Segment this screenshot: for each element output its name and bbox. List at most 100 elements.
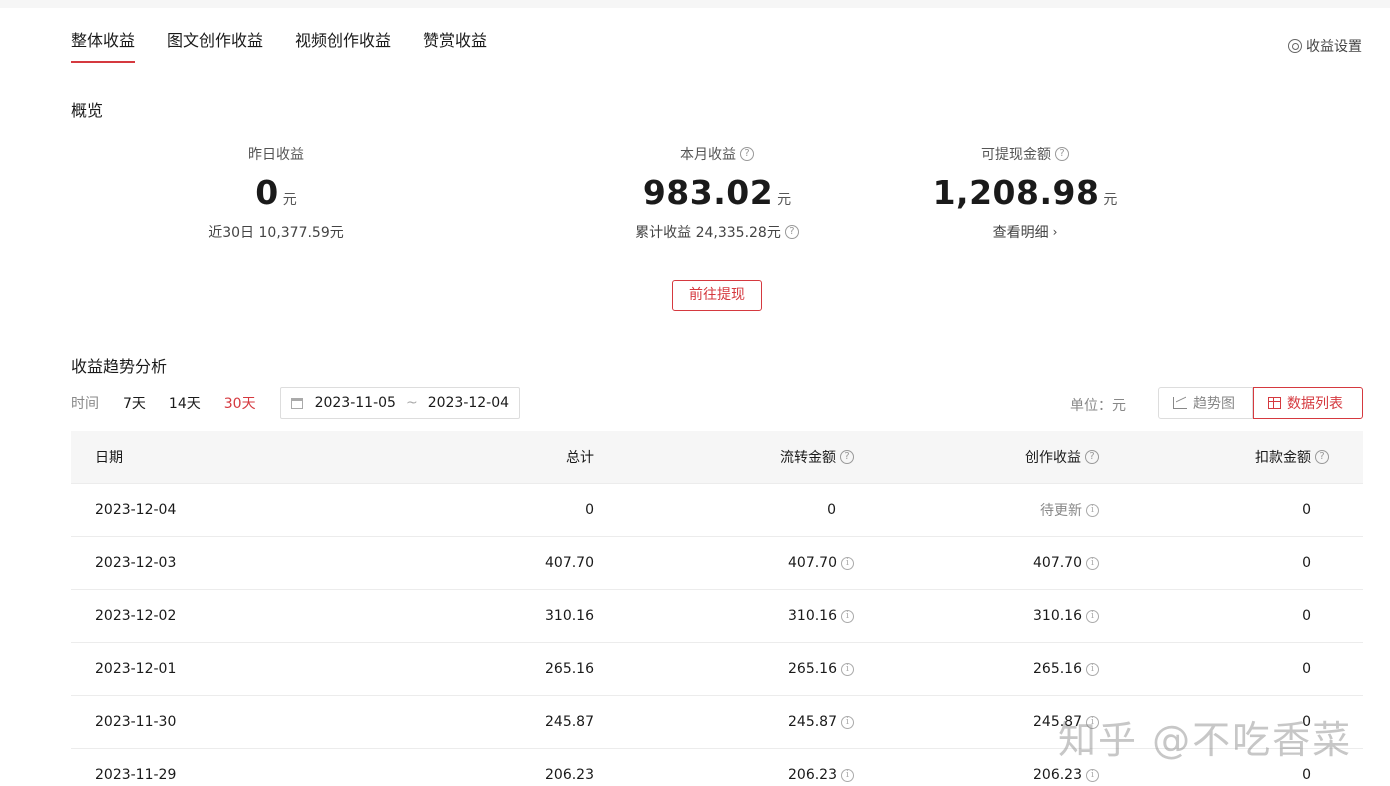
info-icon[interactable]: i (1086, 556, 1099, 570)
trend-analysis-title: 收益趋势分析 (71, 357, 168, 376)
cell-deduct: 0 (1099, 767, 1347, 783)
cell-flow: 206.23 i (594, 767, 854, 783)
withdrawable-amount-stat: 可提现金额 ? 1,208.98 元 查看明细 › (925, 145, 1125, 242)
info-icon[interactable]: i (1086, 662, 1099, 676)
cell-total: 407.70 (545, 555, 594, 571)
cell-deduct: 0 (1099, 661, 1347, 677)
cell-flow-value: 310.16 (788, 608, 837, 624)
cell-create-value: 265.16 (1033, 661, 1082, 677)
tab-overall-earnings[interactable]: 整体收益 (71, 32, 136, 63)
cell-date: 2023-12-03 (95, 555, 177, 571)
help-icon[interactable]: ? (840, 450, 854, 464)
header-create: 创作收益 ? (854, 447, 1099, 467)
header-date: 日期 (95, 450, 123, 466)
cell-create-value: 407.70 (1033, 555, 1082, 571)
month-earnings-unit: 元 (777, 192, 792, 208)
tab-tip-earnings[interactable]: 赞赏收益 (423, 32, 487, 63)
time-filter: 时间 7天 14天 30天 2023-11-05 ~ 2023-12-04 (71, 387, 520, 419)
info-icon[interactable]: i (841, 609, 854, 623)
earnings-page: 整体收益 图文创作收益 视频创作收益 赞赏收益 收益设置 概览 昨日收益 0 元… (0, 8, 1390, 786)
yesterday-earnings-unit: 元 (282, 192, 297, 208)
cell-create: 310.16 i (854, 608, 1099, 624)
header-deduct: 扣款金额 ? (1099, 447, 1347, 467)
info-icon[interactable]: i (1086, 503, 1099, 517)
view-details-link[interactable]: 查看明细 › (925, 222, 1125, 242)
cell-create: 206.23 i (854, 767, 1099, 783)
cell-deduct-value: 0 (1302, 555, 1311, 571)
trend-chart-button[interactable]: 趋势图 (1158, 387, 1253, 419)
info-icon[interactable]: i (841, 715, 854, 729)
info-icon[interactable]: i (1086, 609, 1099, 623)
withdraw-button[interactable]: 前往提现 (672, 280, 762, 311)
calendar-icon (290, 397, 303, 409)
info-icon[interactable]: i (841, 662, 854, 676)
help-icon[interactable]: ? (1055, 147, 1069, 161)
info-icon[interactable]: i (841, 556, 854, 570)
info-icon[interactable]: i (1086, 715, 1099, 729)
date-end[interactable]: 2023-12-04 (428, 395, 509, 411)
help-icon[interactable]: ? (784, 225, 799, 239)
cell-deduct-value: 0 (1302, 608, 1311, 624)
help-icon[interactable]: ? (1315, 450, 1329, 464)
table-row: 2023-11-30 245.87 245.87 i 245.87 i 0 (71, 696, 1363, 749)
earnings-settings-link[interactable]: 收益设置 (1288, 36, 1362, 56)
month-earnings-stat: 本月收益 ? 983.02 元 累计收益 24,335.28元 ? (607, 145, 827, 242)
cell-flow: 245.87 i (594, 714, 854, 730)
cell-date: 2023-12-02 (95, 608, 177, 624)
help-icon[interactable]: ? (740, 147, 754, 161)
view-toggle: 趋势图 数据列表 (1158, 387, 1363, 419)
header-deduct-label: 扣款金额 (1255, 450, 1311, 466)
cell-deduct-value: 0 (1302, 714, 1311, 730)
date-range-picker[interactable]: 2023-11-05 ~ 2023-12-04 (279, 387, 520, 419)
cell-flow: 407.70 i (594, 555, 854, 571)
settings-label: 收益设置 (1306, 39, 1362, 55)
range-7-days[interactable]: 7天 (123, 393, 146, 413)
table-row: 2023-12-02 310.16 310.16 i 310.16 i 0 (71, 590, 1363, 643)
cell-total: 0 (585, 502, 594, 518)
cell-flow-value: 265.16 (788, 661, 837, 677)
tab-article-earnings[interactable]: 图文创作收益 (167, 32, 263, 63)
header-flow-label: 流转金额 (780, 450, 836, 466)
table-row: 2023-12-04 0 0 待更新 i 0 (71, 484, 1363, 537)
cell-create-value: 310.16 (1033, 608, 1082, 624)
cell-create-value: 待更新 (1040, 503, 1082, 519)
cell-flow-value: 206.23 (788, 767, 837, 783)
range-30-days[interactable]: 30天 (224, 393, 256, 413)
yesterday-earnings-value: 0 (255, 173, 279, 212)
help-icon[interactable]: ? (1085, 450, 1099, 464)
month-earnings-label: 本月收益 (680, 147, 736, 163)
unit-label: 单位：元 (1070, 398, 1126, 414)
time-label: 时间 (71, 396, 99, 412)
info-icon[interactable]: i (1086, 768, 1099, 782)
cell-flow: 0 (594, 502, 854, 518)
cell-deduct: 0 (1099, 502, 1347, 518)
info-icon[interactable]: i (841, 768, 854, 782)
cell-deduct: 0 (1099, 714, 1347, 730)
cell-date: 2023-11-30 (95, 714, 177, 730)
tab-video-earnings[interactable]: 视频创作收益 (295, 32, 391, 63)
withdrawable-label: 可提现金额 (981, 147, 1051, 163)
earnings-tabs: 整体收益 图文创作收益 视频创作收益 赞赏收益 (71, 32, 519, 63)
cell-flow-value: 407.70 (788, 555, 837, 571)
cell-flow: 265.16 i (594, 661, 854, 677)
table-row: 2023-12-01 265.16 265.16 i 265.16 i 0 (71, 643, 1363, 696)
cell-total: 245.87 (545, 714, 594, 730)
view-details-label: 查看明细 (992, 225, 1049, 241)
cell-flow-value: 245.87 (788, 714, 837, 730)
cell-deduct-value: 0 (1302, 502, 1311, 518)
month-earnings-value: 983.02 (642, 173, 774, 212)
cell-create-value: 245.87 (1033, 714, 1082, 730)
range-14-days[interactable]: 14天 (169, 393, 201, 413)
cell-date: 2023-12-04 (95, 502, 177, 518)
header-flow: 流转金额 ? (594, 447, 854, 467)
cell-create: 待更新 i (854, 500, 1099, 520)
data-list-button[interactable]: 数据列表 (1253, 387, 1363, 419)
chevron-right-icon: › (1052, 225, 1058, 239)
date-start[interactable]: 2023-11-05 (315, 395, 396, 411)
cell-deduct-value: 0 (1302, 767, 1311, 783)
cell-date: 2023-11-29 (95, 767, 177, 783)
last-30-days-earnings: 近30日 10,377.59元 (208, 225, 344, 241)
cell-deduct: 0 (1099, 608, 1347, 624)
withdrawable-unit: 元 (1103, 192, 1118, 208)
line-chart-icon (1173, 397, 1187, 409)
